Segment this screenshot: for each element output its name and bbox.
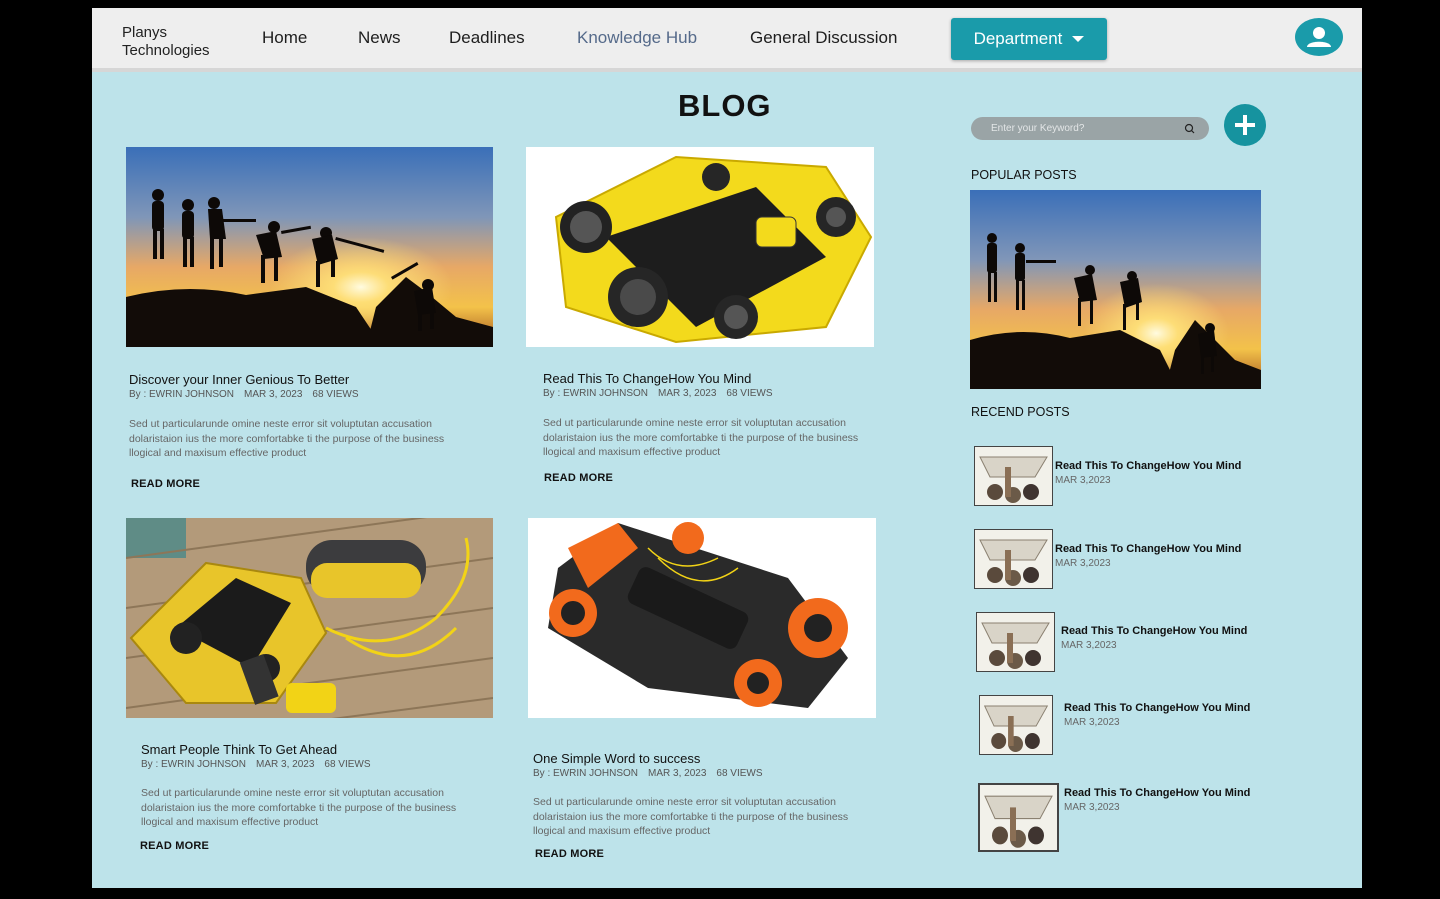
recent-post-thumbnail <box>974 529 1053 589</box>
recent-post-date: MAR 3,2023 <box>1061 640 1117 651</box>
top-navbar: Planys Technologies Home News Deadlines … <box>92 8 1362 72</box>
user-avatar-button[interactable] <box>1295 18 1343 56</box>
post-views: 68 VIEWS <box>312 389 359 400</box>
add-post-button[interactable] <box>1224 104 1266 146</box>
recent-post-title[interactable]: Read This To ChangeHow You Mind <box>1055 460 1241 472</box>
post-image-silhouette-climbers[interactable] <box>126 147 493 347</box>
nav-link-home[interactable]: Home <box>262 28 307 48</box>
recent-post-item[interactable]: Read This To ChangeHow You Mind MAR 3,20… <box>974 529 1264 589</box>
post-image-drone-on-dock[interactable] <box>126 518 493 718</box>
recent-posts-heading: RECEND POSTS <box>971 405 1070 419</box>
post-views: 68 VIEWS <box>726 388 773 399</box>
page-title: BLOG <box>678 88 772 123</box>
post-date: MAR 3, 2023 <box>648 768 707 779</box>
recent-post-date: MAR 3,2023 <box>1055 475 1111 486</box>
search-icon[interactable] <box>1183 122 1197 136</box>
blog-post-card: Smart People Think To Get Ahead By : EWR… <box>126 518 493 868</box>
caret-down-icon <box>1072 36 1085 42</box>
popular-posts-heading: POPULAR POSTS <box>971 168 1077 182</box>
read-more-link[interactable]: READ MORE <box>544 472 613 484</box>
post-excerpt: Sed ut particularunde omine neste error … <box>543 417 859 458</box>
post-title[interactable]: One Simple Word to success <box>533 751 700 766</box>
post-meta: By : EWRIN JOHNSON MAR 3, 2023 68 VIEWS <box>533 768 773 779</box>
post-date: MAR 3, 2023 <box>256 759 315 770</box>
blog-post-card: One Simple Word to success By : EWRIN JO… <box>528 518 876 868</box>
post-author: By : EWRIN JOHNSON <box>129 389 235 400</box>
post-excerpt: Sed ut particularunde omine neste error … <box>141 787 457 828</box>
post-meta: By : EWRIN JOHNSON MAR 3, 2023 68 VIEWS <box>129 389 369 400</box>
post-views: 68 VIEWS <box>716 768 763 779</box>
post-image-orange-drone[interactable] <box>528 518 876 718</box>
search-bar <box>971 117 1209 140</box>
recent-post-thumbnail <box>978 783 1059 852</box>
post-meta: By : EWRIN JOHNSON MAR 3, 2023 68 VIEWS <box>141 759 381 770</box>
popular-post-image[interactable] <box>970 190 1261 389</box>
post-date: MAR 3, 2023 <box>658 388 717 399</box>
brand-name[interactable]: Planys Technologies <box>122 24 232 60</box>
recent-post-item[interactable]: Read This To ChangeHow You Mind MAR 3,20… <box>974 446 1264 506</box>
read-more-link[interactable]: READ MORE <box>131 478 200 490</box>
recent-post-title[interactable]: Read This To ChangeHow You Mind <box>1064 702 1250 714</box>
post-author: By : EWRIN JOHNSON <box>533 768 639 779</box>
department-label: Department <box>973 29 1063 48</box>
post-meta: By : EWRIN JOHNSON MAR 3, 2023 68 VIEWS <box>543 388 783 399</box>
recent-post-date: MAR 3,2023 <box>1064 802 1120 813</box>
recent-post-item[interactable]: Read This To ChangeHow You Mind MAR 3,20… <box>976 612 1266 672</box>
post-image-yellow-drone[interactable] <box>526 147 874 347</box>
read-more-link[interactable]: READ MORE <box>535 848 604 860</box>
recent-post-title[interactable]: Read This To ChangeHow You Mind <box>1064 787 1250 799</box>
nav-link-general-discussion[interactable]: General Discussion <box>750 28 897 48</box>
post-title[interactable]: Smart People Think To Get Ahead <box>141 742 337 757</box>
read-more-link[interactable]: READ MORE <box>140 840 209 852</box>
search-input[interactable] <box>991 120 1171 137</box>
department-dropdown-button[interactable]: Department <box>951 18 1107 60</box>
post-views: 68 VIEWS <box>324 759 371 770</box>
recent-post-thumbnail <box>974 446 1053 506</box>
recent-post-thumbnail <box>979 695 1053 755</box>
user-icon <box>1307 27 1331 47</box>
recent-post-date: MAR 3,2023 <box>1064 717 1120 728</box>
nav-link-knowledge-hub[interactable]: Knowledge Hub <box>577 28 697 48</box>
recent-post-thumbnail <box>976 612 1055 672</box>
recent-post-title[interactable]: Read This To ChangeHow You Mind <box>1061 625 1247 637</box>
post-author: By : EWRIN JOHNSON <box>543 388 649 399</box>
recent-post-item[interactable]: Read This To ChangeHow You Mind MAR 3,20… <box>979 695 1269 755</box>
post-date: MAR 3, 2023 <box>244 389 303 400</box>
post-excerpt: Sed ut particularunde omine neste error … <box>129 418 445 459</box>
recent-post-title[interactable]: Read This To ChangeHow You Mind <box>1055 543 1241 555</box>
post-excerpt: Sed ut particularunde omine neste error … <box>533 796 849 837</box>
nav-link-deadlines[interactable]: Deadlines <box>449 28 525 48</box>
blog-post-card: Discover your Inner Genious To Better By… <box>126 147 493 497</box>
plus-icon <box>1235 115 1255 135</box>
post-title[interactable]: Read This To ChangeHow You Mind <box>543 371 751 386</box>
nav-link-news[interactable]: News <box>358 28 401 48</box>
app-frame: Planys Technologies Home News Deadlines … <box>92 8 1362 888</box>
post-author: By : EWRIN JOHNSON <box>141 759 247 770</box>
recent-post-item[interactable]: Read This To ChangeHow You Mind MAR 3,20… <box>978 783 1268 852</box>
post-title[interactable]: Discover your Inner Genious To Better <box>129 372 349 387</box>
blog-post-card: Read This To ChangeHow You Mind By : EWR… <box>526 147 874 497</box>
recent-post-date: MAR 3,2023 <box>1055 558 1111 569</box>
